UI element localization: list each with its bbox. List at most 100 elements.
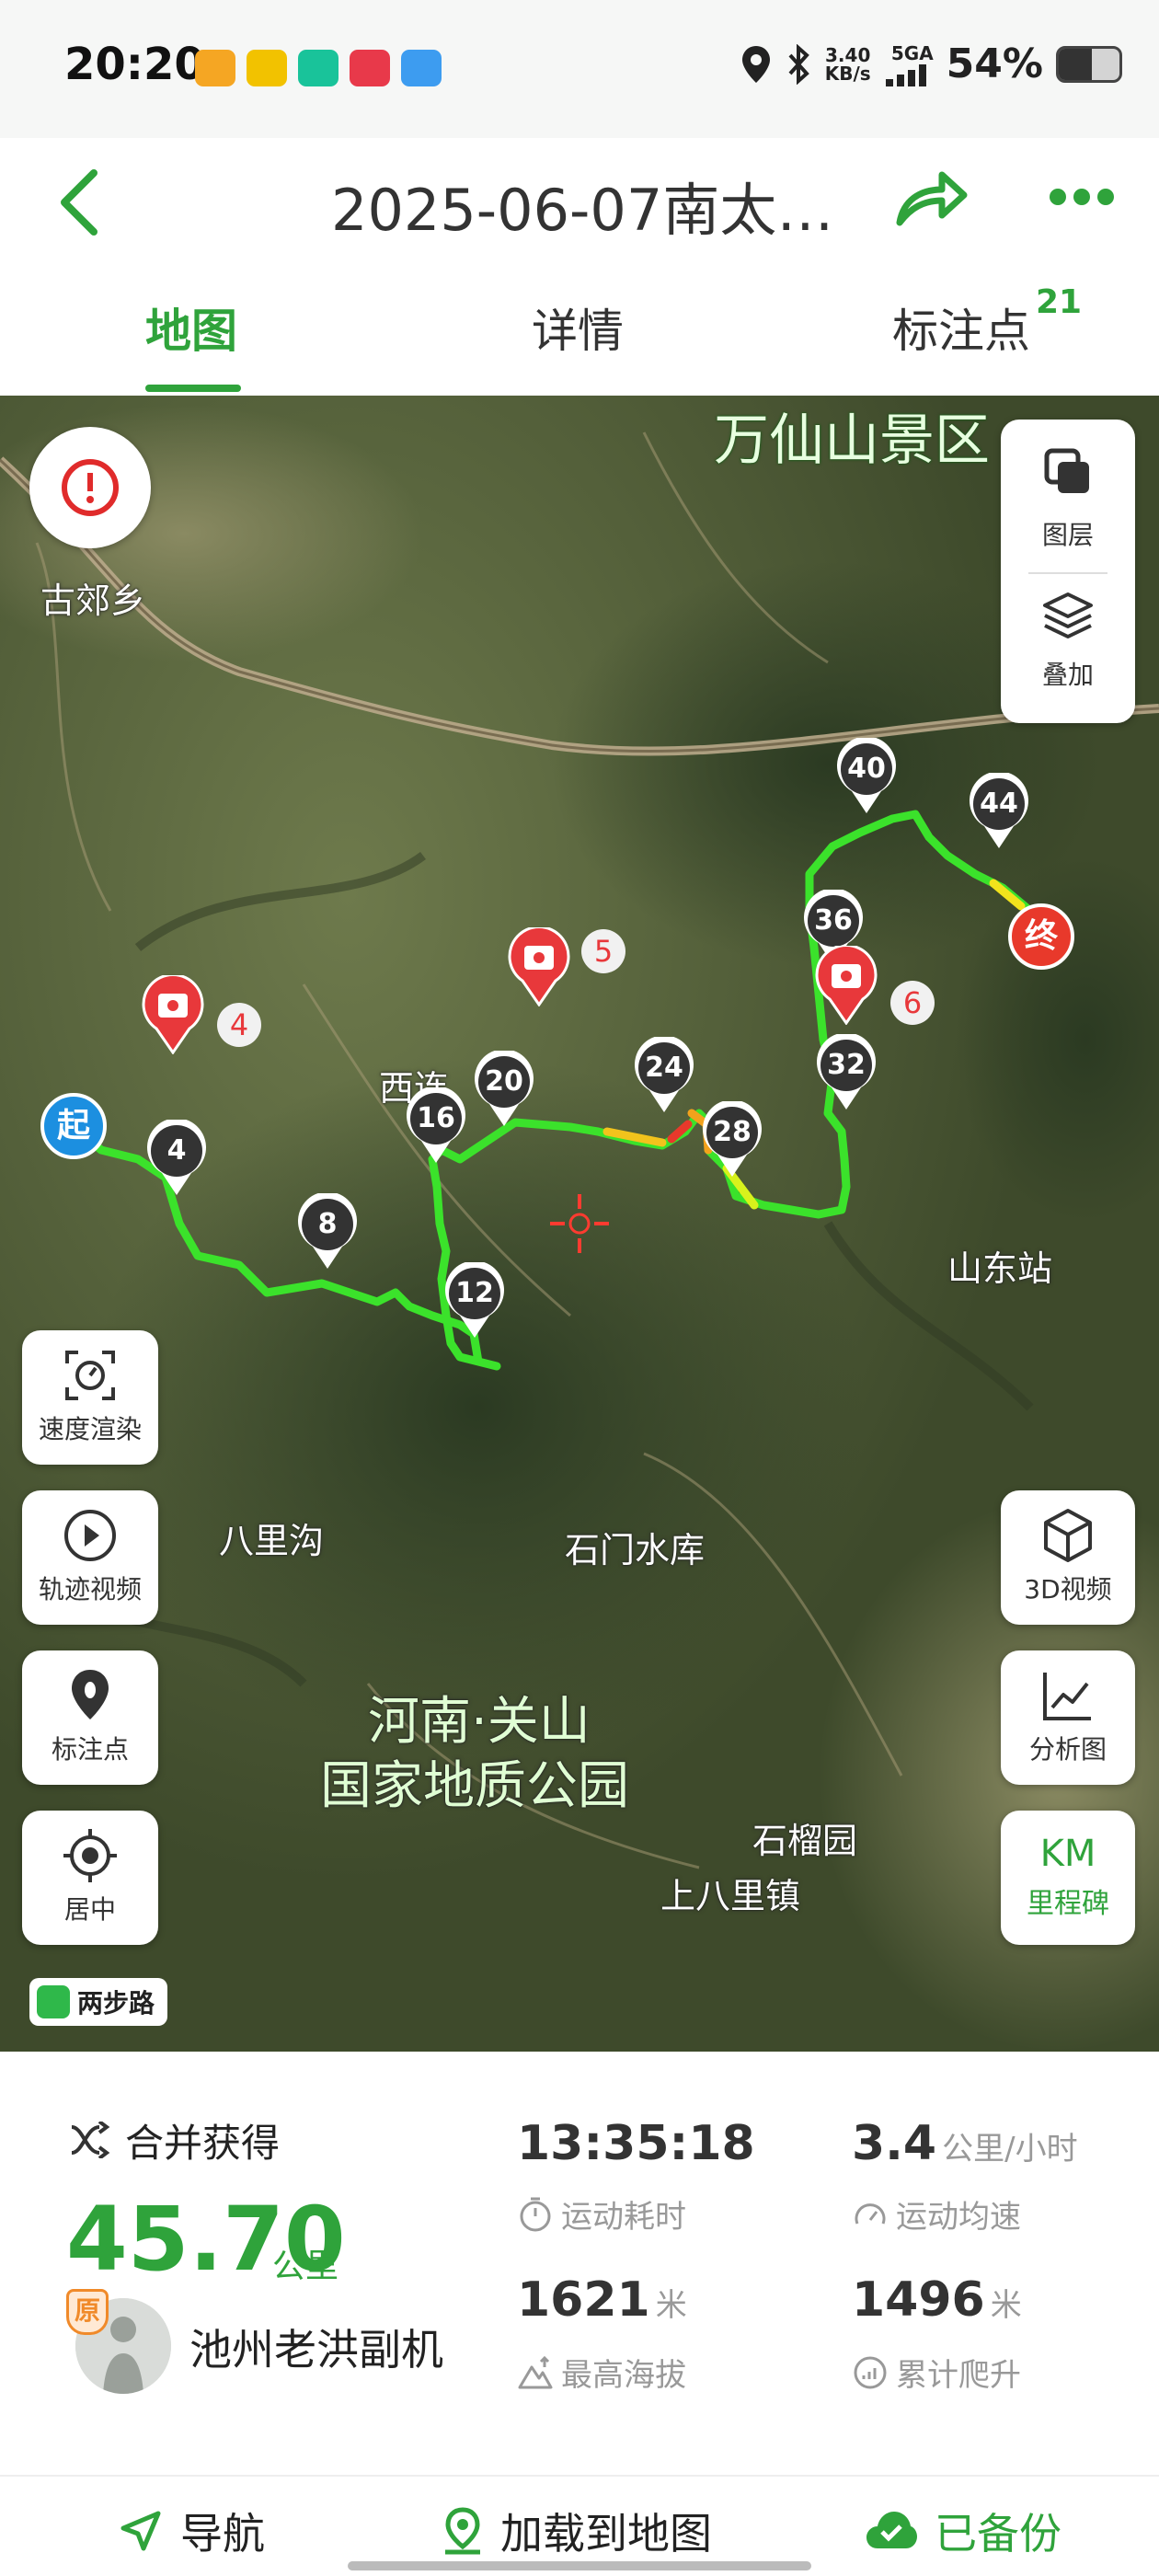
photo-marker[interactable]: [815, 944, 878, 1026]
photo-pin-icon: [508, 926, 570, 1007]
center-label: 居中: [63, 1894, 116, 1925]
user-name[interactable]: 池州老洪副机: [189, 2317, 443, 2377]
track-video-button[interactable]: 轨迹视频: [22, 1490, 158, 1625]
layers-button[interactable]: 图层: [1001, 515, 1135, 552]
overlay-button[interactable]: 叠加: [1001, 655, 1135, 692]
locate-crosshair-icon: [63, 1829, 117, 1882]
net-speed-unit: KB/s: [824, 62, 871, 85]
net-speed: 3.40 KB/s: [825, 46, 871, 83]
track-video-label: 轨迹视频: [38, 1574, 142, 1604]
waypoint-count-badge: 21: [1036, 283, 1083, 321]
avg-speed: 3.4 公里/小时: [852, 2116, 1078, 2171]
3d-video-button[interactable]: 3D视频: [1001, 1490, 1135, 1625]
place-label: 古郊乡: [40, 581, 146, 621]
total-climb-value: 1496: [852, 2272, 985, 2328]
tab-waypoints[interactable]: 标注点: [892, 294, 1030, 361]
max-altitude: 1621 米: [517, 2272, 687, 2328]
alert-button[interactable]: [29, 427, 151, 548]
app-notification-icon: [247, 50, 287, 86]
waypoints-button[interactable]: 标注点: [22, 1650, 158, 1785]
max-altitude-caption: 最高海拔: [517, 2350, 686, 2395]
center-button[interactable]: 居中: [22, 1811, 158, 1945]
place-label: 国家地质公园: [320, 1756, 629, 1816]
stopwatch-icon: [520, 2197, 551, 2231]
start-marker[interactable]: 起: [40, 1093, 107, 1159]
end-marker[interactable]: 终: [1008, 903, 1074, 970]
tab-details[interactable]: 详情: [532, 294, 624, 361]
km-marker-label: 4: [166, 1134, 187, 1167]
speed-render-button[interactable]: 速度渲染: [22, 1330, 158, 1465]
layer-panel: 图层 叠加: [1001, 420, 1135, 723]
max-altitude-value: 1621: [517, 2272, 650, 2328]
duration-label: 运动耗时: [561, 2199, 686, 2236]
status-bar: 20:20 3.40 KB/s 5GA 54%: [0, 0, 1159, 138]
analysis-chart-button[interactable]: 分析图: [1001, 1650, 1135, 1785]
navigate-button[interactable]: 导航: [118, 2501, 265, 2561]
chevron-left-icon[interactable]: [52, 166, 107, 239]
app-watermark: 两步路: [29, 1978, 168, 2026]
place-label: 石门水库: [565, 1530, 706, 1570]
km-marker-label: 16: [417, 1102, 455, 1134]
overlay-stack-icon[interactable]: [1041, 591, 1095, 640]
more-dots-icon[interactable]: [1049, 186, 1115, 208]
km-text: KM: [1039, 1833, 1096, 1875]
watermark-text: 两步路: [77, 1988, 155, 2018]
milestone-button[interactable]: KM 里程碑: [1001, 1811, 1135, 1945]
share-arrow-icon[interactable]: [892, 166, 970, 230]
photo-count-badge: 6: [890, 981, 935, 1025]
km-marker[interactable]: 32: [815, 1032, 878, 1111]
alert-icon: [62, 459, 119, 516]
map-layers-icon[interactable]: [1043, 447, 1093, 497]
analysis-chart-label: 分析图: [1028, 1734, 1107, 1765]
km-marker[interactable]: 12: [443, 1260, 506, 1340]
place-label: 山东站: [947, 1248, 1053, 1289]
km-marker[interactable]: 4: [145, 1118, 208, 1197]
avg-speed-value: 3.4: [852, 2116, 937, 2171]
km-marker[interactable]: 8: [296, 1191, 359, 1271]
original-badge: 原: [66, 2289, 109, 2335]
mountain-peak-icon: [518, 2355, 553, 2388]
photo-marker[interactable]: [508, 926, 570, 1007]
play-circle-icon: [64, 1510, 116, 1561]
km-marker[interactable]: 44: [968, 771, 1030, 850]
photo-pin-icon: [815, 944, 878, 1026]
km-marker-label: 20: [485, 1065, 523, 1098]
total-climb-caption: 累计爬升: [852, 2350, 1021, 2395]
km-marker-label: 36: [814, 904, 853, 937]
app-notification-icon: [350, 50, 390, 86]
place-label: 上八里镇: [660, 1876, 801, 1916]
net-speed-value: 3.40: [825, 43, 871, 66]
home-indicator[interactable]: [348, 2561, 811, 2570]
km-marker[interactable]: 20: [473, 1049, 535, 1128]
avg-speed-unit: 公里/小时: [942, 2131, 1078, 2168]
km-marker[interactable]: 28: [701, 1099, 763, 1179]
battery-percent: 54%: [946, 40, 1043, 87]
3d-video-label: 3D视频: [1024, 1574, 1112, 1604]
app-notification-icon: [195, 50, 235, 86]
bluetooth-icon: [788, 43, 809, 85]
load-to-map-button[interactable]: 加载到地图: [442, 2501, 712, 2561]
climb-bars-icon: [854, 2356, 887, 2388]
map-view[interactable]: 万仙山景区 古郊乡 西连 山东站 八里沟 石门水库 河南·关山 国家地质公园 石…: [0, 396, 1159, 2052]
backed-up-button[interactable]: 已备份: [865, 2501, 1061, 2561]
max-altitude-label: 最高海拔: [561, 2357, 686, 2394]
navigation-arrow-icon: [120, 2511, 161, 2551]
photo-marker[interactable]: [142, 973, 204, 1055]
merged-label: 合并获得: [125, 2121, 281, 2166]
distance-unit: 公里: [272, 2248, 339, 2285]
milestone-label: 里程碑: [1027, 1888, 1109, 1920]
km-marker-label: 44: [980, 788, 1018, 820]
total-climb-unit: 米: [990, 2287, 1022, 2324]
status-time: 20:20: [64, 39, 205, 90]
km-marker[interactable]: 24: [633, 1035, 695, 1114]
km-marker-label: 8: [317, 1208, 338, 1240]
waypoints-label: 标注点: [51, 1734, 129, 1765]
km-marker[interactable]: 40: [835, 736, 898, 815]
km-marker[interactable]: 16: [405, 1086, 467, 1165]
two-step-logo-icon: [37, 1985, 70, 2018]
max-altitude-unit: 米: [655, 2287, 687, 2324]
tab-map[interactable]: 地图: [145, 294, 237, 361]
duration-value: 13:35:18: [517, 2116, 755, 2171]
track-stats: 合并获得 45.70 公里 原 池州老洪副机 13:35:18 运动耗时 3.4…: [0, 2052, 1159, 2475]
page-title: 2025-06-07南太…: [331, 177, 828, 244]
